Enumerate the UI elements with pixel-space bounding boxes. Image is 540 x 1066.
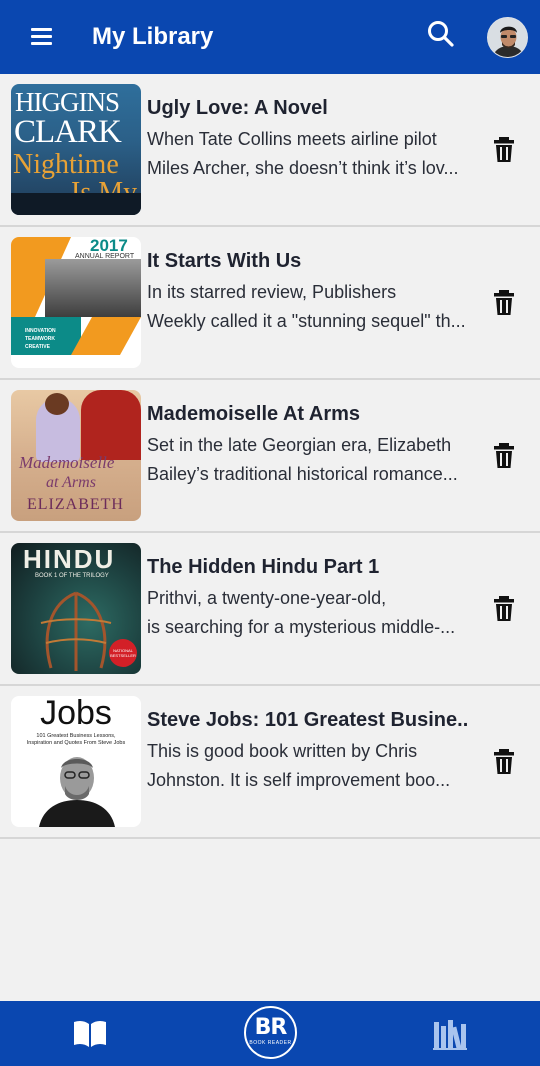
book-cover[interactable]: HIGGINS CLARK Nightime Is My (11, 84, 141, 215)
cover-text: Jobs (40, 696, 112, 732)
cover-text: BOOK 1 OF THE TRILOGY (35, 573, 109, 579)
list-item[interactable]: Mademoiselle at Arms ELIZABETH Mademoise… (0, 380, 540, 533)
trash-icon[interactable] (491, 289, 517, 317)
book-list: HIGGINS CLARK Nightime Is My Ugly Love: … (0, 74, 540, 839)
cover-text: at Arms (46, 474, 96, 491)
book-title[interactable]: Mademoiselle At Arms (147, 401, 475, 427)
avatar[interactable] (487, 17, 528, 58)
menu-icon[interactable] (27, 24, 57, 50)
book-description: Prithvi, a twenty-one-year-old, is searc… (147, 588, 456, 637)
search-icon[interactable] (425, 18, 457, 50)
cover-text: CLARK (14, 114, 122, 150)
cover-text: ANNUAL REPORT (75, 253, 135, 260)
list-item[interactable]: HIGGINS CLARK Nightime Is My Ugly Love: … (0, 74, 540, 227)
cover-text: NATIONAL BESTSELLER (109, 639, 137, 667)
app-logo-button[interactable]: BR BOOK READER (244, 1006, 297, 1059)
book-cover[interactable]: HINDU BOOK 1 OF THE TRILOGY NATIONAL BES… (11, 543, 141, 674)
app-bar: My Library (0, 0, 540, 74)
cover-text: HINDU (23, 544, 116, 574)
trash-icon[interactable] (491, 442, 517, 470)
list-item[interactable]: HINDU BOOK 1 OF THE TRILOGY NATIONAL BES… (0, 533, 540, 686)
cover-text: HIGGINS (15, 87, 120, 117)
book-title[interactable]: It Starts With Us (147, 248, 475, 274)
book-cover[interactable]: 2017 ANNUAL REPORT INNOVATION TEAMWORK C… (11, 237, 141, 368)
book-cover[interactable]: Jobs 101 Greatest Business Lessons, Insp… (11, 696, 141, 827)
open-book-icon[interactable] (72, 1019, 108, 1049)
cover-text: Mademoiselle (19, 453, 115, 472)
book-title[interactable]: Steve Jobs: 101 Greatest Busine.. (147, 707, 475, 733)
book-description: In its starred review, Publishers Weekly… (147, 282, 466, 331)
bottom-navigation: BR BOOK READER (0, 1001, 540, 1066)
book-description: When Tate Collins meets airline pilot Mi… (147, 129, 459, 178)
cover-text: ELIZABETH (27, 496, 124, 513)
book-title[interactable]: Ugly Love: A Novel (147, 95, 475, 121)
list-item[interactable]: 2017 ANNUAL REPORT INNOVATION TEAMWORK C… (0, 227, 540, 380)
book-description: This is good book written by Chris Johns… (147, 741, 451, 790)
library-shelf-icon[interactable] (432, 1018, 468, 1050)
page-title: My Library (92, 23, 214, 50)
cover-text: Nightime (13, 149, 119, 180)
book-cover[interactable]: Mademoiselle at Arms ELIZABETH (11, 390, 141, 521)
book-title[interactable]: The Hidden Hindu Part 1 (147, 554, 475, 580)
trash-icon[interactable] (491, 595, 517, 623)
book-description: Set in the late Georgian era, Elizabeth … (147, 435, 458, 484)
trash-icon[interactable] (491, 748, 517, 776)
list-item[interactable]: Jobs 101 Greatest Business Lessons, Insp… (0, 686, 540, 839)
trash-icon[interactable] (491, 136, 517, 164)
